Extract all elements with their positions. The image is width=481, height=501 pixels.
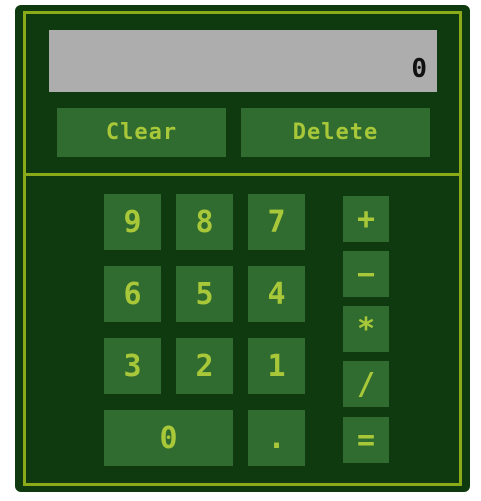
delete-button[interactable]: Delete bbox=[241, 108, 430, 157]
multiply-button[interactable]: * bbox=[343, 306, 389, 352]
digit-3-button[interactable]: 3 bbox=[104, 338, 161, 394]
result-display: 0 bbox=[49, 30, 437, 92]
digit-7-button[interactable]: 7 bbox=[248, 194, 305, 250]
digit-5-button[interactable]: 5 bbox=[176, 266, 233, 322]
add-button[interactable]: + bbox=[343, 196, 389, 242]
digit-8-button[interactable]: 8 bbox=[176, 194, 233, 250]
clear-button[interactable]: Clear bbox=[57, 108, 226, 157]
digit-1-button[interactable]: 1 bbox=[248, 338, 305, 394]
decimal-point-button[interactable]: . bbox=[248, 410, 305, 466]
digit-9-button[interactable]: 9 bbox=[104, 194, 161, 250]
digit-0-button[interactable]: 0 bbox=[104, 410, 233, 466]
digit-4-button[interactable]: 4 bbox=[248, 266, 305, 322]
divider bbox=[23, 173, 462, 176]
subtract-button[interactable]: − bbox=[343, 251, 389, 297]
digit-2-button[interactable]: 2 bbox=[176, 338, 233, 394]
divide-button[interactable]: / bbox=[343, 361, 389, 407]
equals-button[interactable]: = bbox=[343, 417, 389, 463]
digit-6-button[interactable]: 6 bbox=[104, 266, 161, 322]
